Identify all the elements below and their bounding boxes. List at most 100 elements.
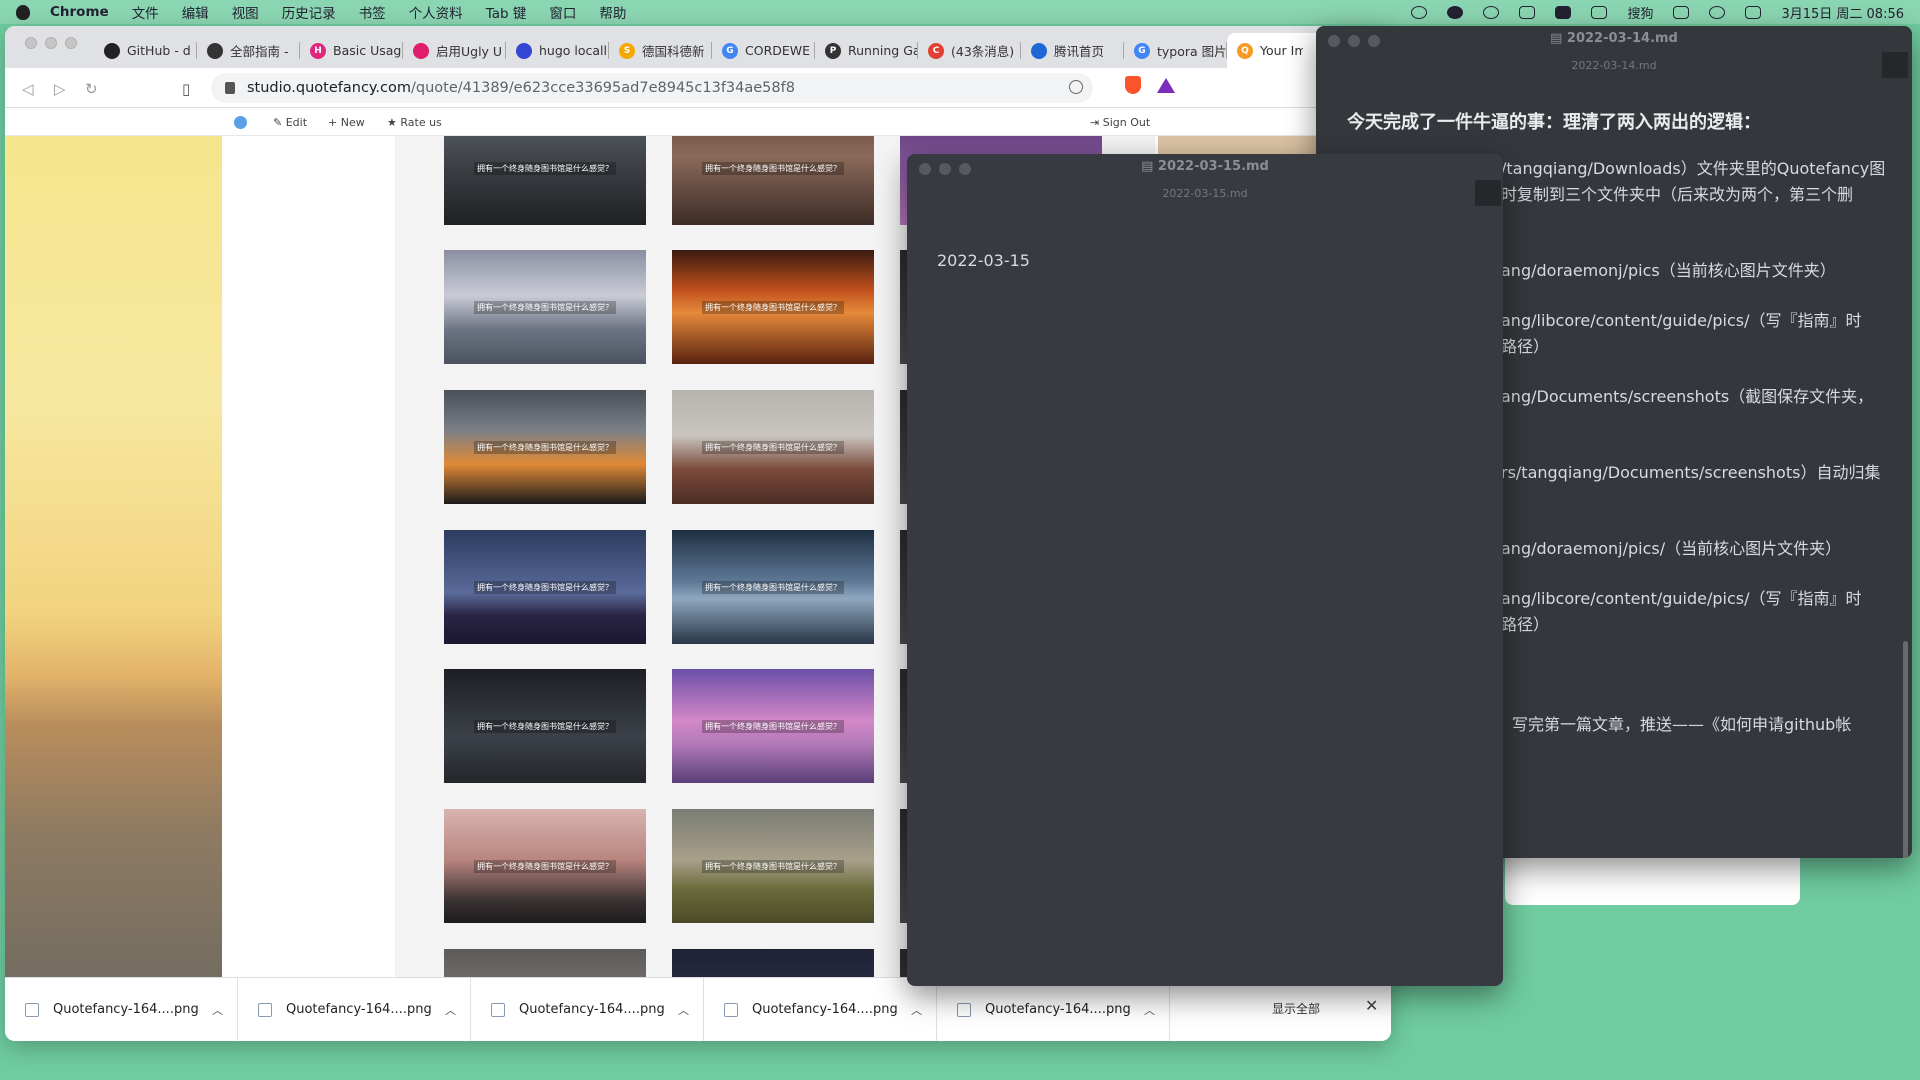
tab-title: 启用Ugly U: [436, 44, 503, 59]
tab-strip: GitHub - d 全部指南 - H Basic Usag 启用Ugly U hugo…: [5, 26, 1391, 68]
cloud-icon[interactable]: [1447, 5, 1464, 19]
chevron-up-icon[interactable]: ︿: [445, 1002, 456, 1018]
sidebar-toggle-button[interactable]: [1475, 180, 1501, 206]
gallery-thumbnail[interactable]: 拥有一个终身随身图书馆是什么感觉？: [444, 250, 646, 364]
chevron-up-icon[interactable]: ︿: [1144, 1002, 1155, 1018]
gallery-thumbnail[interactable]: 拥有一个终身随身图书馆是什么感觉？: [672, 809, 874, 923]
menu-window[interactable]: 窗口: [549, 2, 576, 22]
minimize-window-button[interactable]: [45, 37, 57, 49]
wechat-icon[interactable]: [1709, 5, 1726, 19]
menubar-clock[interactable]: 3月15日 周二 08:56: [1781, 3, 1904, 22]
download-item[interactable]: Quotefancy-164....png ︿: [238, 977, 471, 1041]
csdn-icon: C: [928, 42, 944, 59]
thumbnail-caption: 拥有一个终身随身图书馆是什么感觉？: [702, 300, 844, 314]
tab-title: Basic Usag: [333, 43, 402, 58]
new-link[interactable]: + New: [328, 116, 365, 129]
cube-icon[interactable]: [1519, 5, 1536, 19]
editor-line: ang/libcore/content/guide/pics/（写『指南』时: [1501, 311, 1862, 330]
reload-icon[interactable]: ↻: [85, 80, 98, 98]
send-icon[interactable]: [1591, 5, 1608, 19]
gallery-thumbnail[interactable]: 拥有一个终身随身图书馆是什么感觉？: [444, 530, 646, 644]
zoom-icon[interactable]: [1069, 80, 1083, 94]
lock-icon[interactable]: [225, 82, 235, 94]
menu-edit[interactable]: 编辑: [182, 2, 209, 22]
new-label: New: [340, 116, 365, 129]
editor-title: ▤ 2022-03-14.md: [1550, 31, 1678, 46]
bell-icon[interactable]: [1483, 5, 1500, 19]
rewards-icon[interactable]: [1157, 78, 1175, 93]
brave-shield-icon[interactable]: [1125, 76, 1141, 94]
tab-3[interactable]: 启用Ugly U: [403, 33, 506, 68]
sidebar-toggle-button[interactable]: [1882, 52, 1908, 78]
menu-profiles[interactable]: 个人资料: [409, 2, 463, 22]
tab-11[interactable]: QYour Im×: [1227, 33, 1327, 68]
zoom-window-button[interactable]: [65, 37, 77, 49]
download-item[interactable]: Quotefancy-164....png ︿: [704, 977, 937, 1041]
download-item[interactable]: Quotefancy-164....png ︿: [5, 977, 238, 1041]
apple-icon[interactable]: [16, 4, 30, 20]
back-icon[interactable]: ◁: [22, 80, 34, 98]
gallery-thumbnail[interactable]: 拥有一个终身随身图书馆是什么感觉？: [444, 136, 646, 225]
edit-link[interactable]: ✎ Edit: [273, 116, 307, 129]
tab-10[interactable]: Gtypora 图片: [1124, 33, 1227, 68]
tab-0[interactable]: GitHub - d: [94, 33, 197, 68]
gallery-thumbnail[interactable]: 拥有一个终身随身图书馆是什么感觉？: [672, 136, 874, 225]
quotefancy-logo-icon[interactable]: [234, 116, 247, 129]
tab-7[interactable]: P Running Ga: [815, 33, 918, 68]
gallery-thumbnail[interactable]: 拥有一个终身随身图书馆是什么感觉？: [672, 250, 874, 364]
menu-history[interactable]: 历史记录: [282, 2, 336, 22]
chevron-up-icon[interactable]: ︿: [911, 1002, 922, 1018]
tab-1[interactable]: 全部指南 -: [197, 33, 300, 68]
close-window-button[interactable]: [25, 37, 37, 49]
url-path: /quote/41389/e623cce33695ad7e8945c13f34a…: [411, 80, 795, 96]
rate-link[interactable]: ★ Rate us: [387, 116, 442, 129]
menu-bookmarks[interactable]: 书签: [359, 2, 386, 22]
tab-6[interactable]: G CORDEWE: [712, 33, 815, 68]
file-icon: [25, 1002, 39, 1017]
gallery-thumbnail[interactable]: 拥有一个终身随身图书馆是什么感觉？: [444, 390, 646, 504]
tab-8[interactable]: C (43条消息): [918, 33, 1021, 68]
tab-5[interactable]: S 德国科德新: [609, 33, 712, 68]
file-icon: [491, 1002, 505, 1017]
google-icon: G: [1134, 42, 1150, 59]
chevron-up-icon[interactable]: ︿: [678, 1002, 689, 1018]
menu-tab[interactable]: Tab 键: [486, 2, 527, 22]
address-bar[interactable]: studio.quotefancy.com/quote/41389/e623cc…: [211, 73, 1093, 103]
thumbnail-caption: 拥有一个终身随身图书馆是什么感觉？: [702, 719, 844, 733]
gallery-thumbnail[interactable]: 拥有一个终身随身图书馆是什么感觉？: [444, 809, 646, 923]
onepassword-icon[interactable]: [1411, 5, 1428, 19]
editor-scrollbar[interactable]: [1903, 641, 1908, 858]
thumbnail-caption: 拥有一个终身随身图书馆是什么感觉？: [702, 859, 844, 873]
show-all-downloads-button[interactable]: 显示全部: [1272, 1000, 1320, 1017]
menu-help[interactable]: 帮助: [599, 2, 626, 22]
gallery-thumbnail[interactable]: 拥有一个终身随身图书馆是什么感觉？: [672, 669, 874, 783]
tab-2[interactable]: H Basic Usag: [300, 33, 403, 68]
forward-icon[interactable]: ▷: [54, 80, 66, 98]
download-item[interactable]: Quotefancy-164....png ︿: [937, 977, 1170, 1041]
tab-4[interactable]: hugo locall: [506, 33, 609, 68]
site-icon: [413, 42, 429, 59]
editor-line: ang/doraemonj/pics（当前核心图片文件夹）: [1501, 261, 1836, 280]
bolt-icon[interactable]: [1555, 5, 1572, 19]
signout-link[interactable]: ⇥ Sign Out: [1090, 116, 1150, 129]
download-item[interactable]: Quotefancy-164....png ︿: [471, 977, 704, 1041]
chevron-up-icon[interactable]: ︿: [212, 1002, 223, 1018]
ime-indicator[interactable]: 搜狗: [1627, 3, 1653, 22]
close-downloads-icon[interactable]: ✕: [1365, 996, 1378, 1015]
gallery-thumbnail[interactable]: 拥有一个终身随身图书馆是什么感觉？: [672, 530, 874, 644]
gallery-thumbnail[interactable]: 拥有一个终身随身图书馆是什么感觉？: [444, 669, 646, 783]
control-center-icon[interactable]: [1745, 5, 1762, 19]
editor-body-text[interactable]: 2022-03-15: [937, 248, 1030, 274]
background-window-edge: [1505, 855, 1800, 905]
rate-label: Rate us: [400, 116, 442, 129]
bookmark-icon[interactable]: ▯: [182, 80, 190, 98]
menu-app-name[interactable]: Chrome: [50, 4, 109, 20]
editor-line: 写完第一篇文章，推送——《如何申请github帐: [1512, 715, 1852, 734]
gallery-thumbnail[interactable]: 拥有一个终身随身图书馆是什么感觉？: [672, 390, 874, 504]
editor-subtitle: 2022-03-15.md: [1162, 187, 1248, 200]
menu-view[interactable]: 视图: [232, 2, 259, 22]
display-icon[interactable]: [1673, 5, 1690, 19]
thumbnail-caption: 拥有一个终身随身图书馆是什么感觉？: [702, 440, 844, 454]
tab-9[interactable]: 腾讯首页: [1021, 33, 1124, 68]
menu-file[interactable]: 文件: [132, 2, 159, 22]
